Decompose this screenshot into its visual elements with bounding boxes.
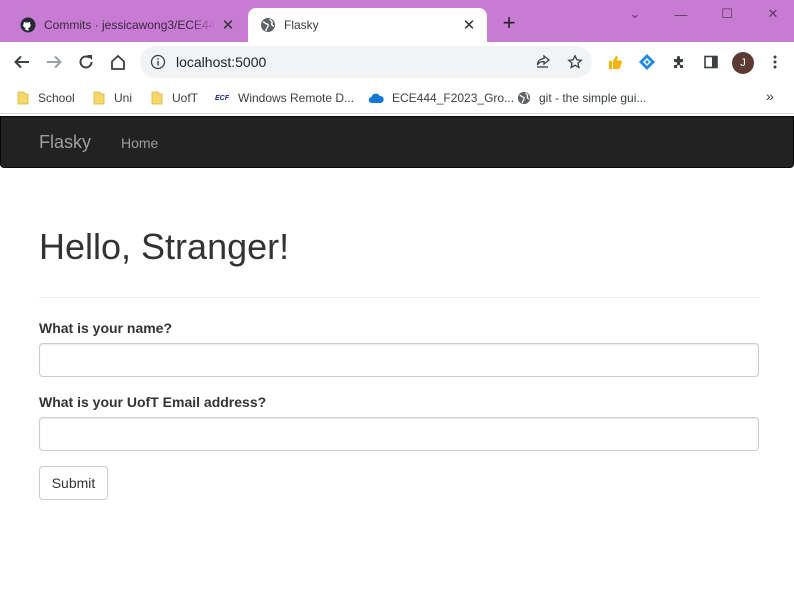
profile-avatar[interactable]: J	[732, 52, 754, 74]
tab-commits[interactable]: Commits · jessicawong3/ECE444-F2023-Lab3…	[8, 8, 246, 42]
maximize-button[interactable]: ☐	[704, 0, 750, 28]
home-icon	[111, 54, 125, 70]
address-text[interactable]: localhost:5000	[176, 54, 266, 70]
submit-button[interactable]: Submit	[39, 466, 108, 500]
onedrive-icon	[368, 91, 384, 105]
name-input[interactable]	[39, 343, 759, 377]
email-input[interactable]	[39, 417, 759, 451]
forward-button[interactable]	[40, 48, 68, 76]
close-window-button[interactable]: ✕	[750, 0, 794, 28]
bookmarks-bar: School Uni UofT ECF Windows Remote D... …	[0, 82, 794, 114]
email-label: What is your UofT Email address?	[39, 394, 267, 410]
bookmark-ece444-group[interactable]: ECE444_F2023_Gro...	[368, 89, 514, 107]
browser-toolbar: localhost:5000 J	[0, 42, 794, 82]
extensions-puzzle-icon[interactable]	[667, 50, 691, 74]
close-tab-icon[interactable]: ✕	[457, 13, 481, 37]
site-navbar: Flasky Home	[0, 116, 794, 168]
bookmark-school[interactable]: School	[16, 89, 75, 107]
github-icon	[20, 17, 36, 33]
folder-icon	[150, 91, 164, 105]
page-header: Hello, Stranger!	[39, 224, 759, 298]
address-bar[interactable]: localhost:5000	[140, 46, 592, 78]
bookmark-label: ECE444_F2023_Gro...	[392, 91, 515, 105]
bookmark-label: UofT	[172, 91, 199, 105]
bookmark-git-guide[interactable]: git - the simple gui...	[517, 89, 646, 107]
tab-title: Commits · jessicawong3/ECE444-F2023-Lab3	[44, 18, 216, 32]
close-tab-icon[interactable]: ✕	[216, 13, 240, 37]
tab-search-icon[interactable]: ⌄	[612, 0, 658, 28]
page-title: Hello, Stranger!	[39, 226, 290, 267]
reload-button[interactable]	[72, 48, 100, 76]
globe-icon	[517, 91, 531, 105]
home-button[interactable]	[104, 48, 132, 76]
navbar-brand[interactable]: Flasky	[39, 132, 91, 153]
minimize-button[interactable]: —	[658, 0, 704, 28]
folder-icon	[16, 91, 30, 105]
back-button[interactable]	[8, 48, 36, 76]
thumbs-up-extension-icon[interactable]	[603, 50, 627, 74]
tab-title: Flasky	[284, 18, 319, 32]
bookmark-label: Windows Remote D...	[238, 91, 355, 105]
bookmark-windows-remote[interactable]: ECF Windows Remote D...	[214, 89, 354, 107]
ecf-icon: ECF	[215, 94, 229, 102]
bookmark-label: git - the simple gui...	[539, 91, 647, 105]
new-tab-button[interactable]: +	[497, 10, 521, 35]
bookmarks-overflow-button[interactable]: »	[766, 88, 774, 104]
browser-titlebar: Commits · jessicawong3/ECE444-F2023-Lab3…	[0, 0, 794, 42]
menu-kebab-icon[interactable]	[763, 50, 787, 74]
tab-flasky[interactable]: Flasky ✕	[248, 8, 487, 42]
back-arrow-icon	[14, 55, 29, 69]
diamond-extension-icon[interactable]	[635, 50, 659, 74]
nav-link-home[interactable]: Home	[121, 135, 158, 151]
reload-icon	[79, 55, 93, 69]
bookmark-label: School	[38, 91, 75, 105]
side-panel-icon[interactable]	[699, 50, 723, 74]
name-label: What is your name?	[39, 320, 173, 336]
folder-icon	[92, 91, 106, 105]
site-info-icon[interactable]	[150, 54, 166, 70]
globe-icon	[260, 17, 276, 33]
bookmark-uoft[interactable]: UofT	[150, 89, 198, 107]
bookmark-label: Uni	[114, 91, 133, 105]
forward-arrow-icon	[47, 55, 62, 69]
bookmark-star-icon[interactable]	[561, 46, 589, 78]
bookmark-uni[interactable]: Uni	[92, 89, 132, 107]
share-icon[interactable]	[529, 46, 557, 78]
